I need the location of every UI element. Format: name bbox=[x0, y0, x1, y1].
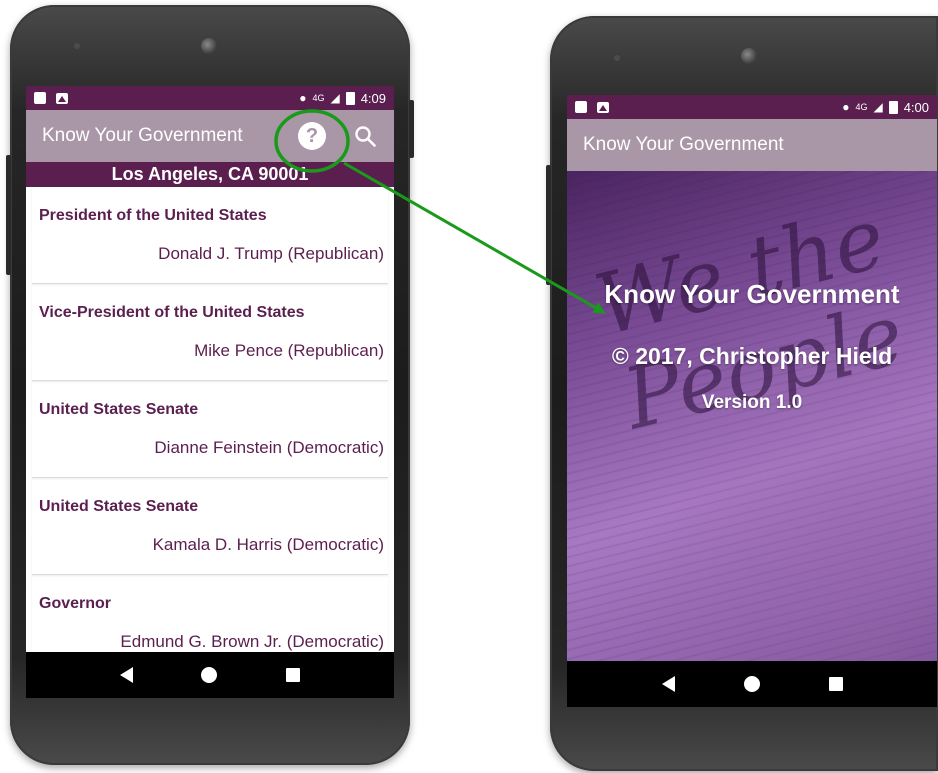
office-title: President of the United States bbox=[39, 207, 267, 224]
back-button[interactable] bbox=[120, 667, 134, 683]
app-bar: Know Your Government ? bbox=[26, 110, 394, 162]
office-title: Governor bbox=[39, 595, 112, 612]
splash-title: Know Your Government bbox=[604, 279, 900, 309]
official-name: Donald J. Trump (Republican) bbox=[158, 244, 384, 263]
speaker-icon bbox=[614, 55, 620, 61]
left-phone-power-button bbox=[409, 100, 414, 158]
official-name: Edmund G. Brown Jr. (Democratic) bbox=[120, 632, 384, 651]
right-nav-bar bbox=[567, 661, 937, 707]
speaker-icon bbox=[74, 43, 80, 49]
search-button[interactable] bbox=[352, 123, 378, 149]
right-phone-volume-button bbox=[546, 165, 551, 285]
official-name: Mike Pence (Republican) bbox=[194, 341, 384, 360]
location-pin-icon: ● bbox=[842, 100, 850, 114]
status-time: 4:00 bbox=[903, 99, 929, 115]
official-name: Kamala D. Harris (Democratic) bbox=[152, 535, 384, 554]
officials-list: President of the United States Donald J.… bbox=[26, 187, 394, 652]
status-time: 4:09 bbox=[360, 90, 386, 106]
office-title: Vice-President of the United States bbox=[39, 304, 305, 321]
constitution-script-image: We the People bbox=[585, 188, 914, 449]
official-row[interactable]: President of the United States Donald J.… bbox=[32, 187, 388, 284]
official-name: Dianne Feinstein (Democratic) bbox=[154, 438, 384, 457]
office-title: United States Senate bbox=[39, 401, 199, 418]
recents-button[interactable] bbox=[828, 677, 843, 691]
camera-icon bbox=[741, 48, 757, 64]
app-title: Know Your Government bbox=[42, 125, 243, 146]
search-icon bbox=[355, 126, 376, 147]
status-bar: ● 4G ◢ 4:09 bbox=[26, 86, 394, 110]
camera-icon bbox=[201, 38, 217, 54]
left-phone-screen: ● 4G ◢ 4:09 Know Your Government ? Los A… bbox=[26, 86, 394, 652]
home-button[interactable] bbox=[743, 676, 760, 692]
official-row[interactable]: Vice-President of the United States Mike… bbox=[32, 284, 388, 381]
home-button[interactable] bbox=[201, 667, 218, 683]
back-button[interactable] bbox=[661, 676, 675, 692]
location-pin-icon: ● bbox=[299, 91, 307, 105]
app-bar: Know Your Government bbox=[567, 119, 937, 171]
battery-icon bbox=[888, 100, 898, 114]
location-header: Los Angeles, CA 90001 bbox=[26, 162, 394, 187]
splash-copyright: © 2017, Christopher Hield bbox=[611, 343, 893, 369]
signal-icon: ◢ bbox=[330, 91, 340, 105]
image-icon bbox=[597, 101, 609, 113]
help-icon: ? bbox=[305, 124, 319, 147]
official-row[interactable]: Governor Edmund G. Brown Jr. (Democratic… bbox=[32, 575, 388, 652]
splash-background-image: We the People Know Your Government © 201… bbox=[567, 171, 937, 661]
official-row[interactable]: United States Senate Kamala D. Harris (D… bbox=[32, 478, 388, 575]
left-phone-volume-button bbox=[6, 155, 11, 275]
recents-button[interactable] bbox=[285, 668, 300, 682]
office-title: United States Senate bbox=[39, 498, 199, 515]
official-row[interactable]: United States Senate Dianne Feinstein (D… bbox=[32, 381, 388, 478]
status-bar: ● 4G ◢ 4:00 bbox=[567, 95, 937, 119]
image-icon bbox=[56, 92, 68, 104]
sd-card-icon bbox=[34, 92, 46, 104]
left-nav-bar bbox=[26, 652, 394, 698]
help-button[interactable]: ? bbox=[298, 122, 326, 150]
sd-card-icon bbox=[575, 101, 587, 113]
battery-icon bbox=[345, 91, 355, 105]
right-phone-screen: ● 4G ◢ 4:00 Know Your Government We the … bbox=[567, 95, 937, 661]
network-type: 4G bbox=[855, 102, 868, 112]
app-title: Know Your Government bbox=[583, 134, 784, 155]
canvas: ● 4G ◢ 4:09 Know Your Government ? Los A… bbox=[0, 0, 938, 773]
splash-version: Version 1.0 bbox=[701, 392, 803, 413]
signal-icon: ◢ bbox=[873, 100, 883, 114]
network-type: 4G bbox=[312, 93, 325, 103]
